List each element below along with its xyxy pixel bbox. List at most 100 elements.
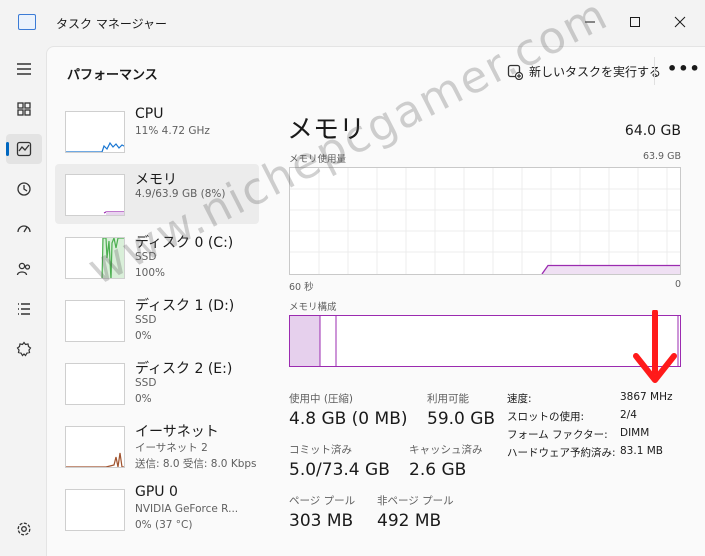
nav-users[interactable] — [6, 254, 42, 284]
disk1-thumbnail-graph — [65, 300, 125, 342]
run-task-icon — [507, 64, 523, 80]
list-item-detail: 4.9/63.9 GB (8%) — [135, 188, 226, 200]
nav-performance[interactable] — [6, 134, 42, 164]
nav-startup[interactable] — [6, 214, 42, 244]
list-item-detail: 11% 4.72 GHz — [135, 125, 210, 137]
list-item-detail: SSD — [135, 377, 157, 389]
usage-graph-max: 63.9 GB — [642, 151, 681, 162]
memory-composition-bar — [289, 315, 681, 367]
list-item-label: イーサネット — [135, 424, 219, 440]
in-use-label: 使用中 (圧縮) — [289, 393, 354, 405]
axis-left-label: 60 秒 — [289, 282, 314, 293]
window-title: タスク マネージャー — [56, 17, 167, 31]
hamburger-icon — [17, 63, 31, 75]
performance-icon — [16, 141, 32, 157]
axis-right-label: 0 — [674, 279, 681, 290]
available-label: 利用可能 — [427, 393, 469, 405]
hw-reserved-value: 83.1 MB — [620, 445, 663, 457]
list-item-label: GPU 0 — [135, 484, 178, 500]
disk2-thumbnail-graph — [65, 363, 125, 405]
title-bar: タスク マネージャー — [0, 0, 705, 46]
nav-processes[interactable] — [6, 94, 42, 124]
list-item-label: ディスク 0 (C:) — [135, 235, 234, 251]
usage-graph-label: メモリ使用量 — [289, 154, 347, 165]
users-icon — [16, 262, 31, 276]
cached-value: 2.6 GB — [409, 460, 467, 480]
memory-thumbnail-graph — [65, 174, 125, 216]
list-item-value: 0% — [135, 393, 152, 405]
speed-value: 3867 MHz — [620, 391, 673, 403]
list-item-detail: NVIDIA GeForce R... — [135, 503, 239, 515]
list-item-gpu-0[interactable]: GPU 0 NVIDIA GeForce R... 0% (37 °C) — [55, 479, 259, 539]
close-icon — [674, 16, 686, 28]
list-item-disk-1[interactable]: ディスク 1 (D:) SSD 0% — [55, 290, 259, 350]
list-item-label: CPU — [135, 106, 164, 122]
maximize-icon — [630, 17, 640, 27]
details-icon — [18, 303, 30, 315]
task-manager-icon — [18, 14, 36, 30]
list-item-value: 送信: 8.0 受信: 8.0 Kbps — [135, 458, 257, 470]
nav-services[interactable] — [6, 334, 42, 364]
list-item-value: 0% (37 °C) — [135, 519, 193, 531]
more-options-button[interactable]: ••• — [667, 59, 701, 78]
header-divider — [654, 57, 655, 85]
minimize-icon — [585, 21, 595, 23]
settings-icon — [17, 522, 31, 536]
speed-label: 速度: — [507, 393, 532, 405]
list-item-label: ディスク 1 (D:) — [135, 298, 235, 314]
page-title: パフォーマンス — [67, 68, 158, 83]
list-item-label: メモリ — [135, 172, 177, 188]
run-new-task-label: 新しいタスクを実行する — [529, 65, 662, 79]
nav-app-history[interactable] — [6, 174, 42, 204]
page-header: パフォーマンス 新しいタスクを実行する ••• — [47, 47, 705, 95]
in-use-value: 4.8 GB (0 MB) — [289, 409, 408, 429]
startup-icon — [17, 225, 31, 233]
form-factor-value: DIMM — [620, 427, 650, 439]
nonpaged-pool-value: 492 MB — [377, 511, 442, 531]
list-item-cpu[interactable]: CPU 11% 4.72 GHz — [55, 101, 259, 161]
graph-grid — [290, 168, 680, 274]
disk0-thumbnail-graph — [65, 237, 125, 279]
list-item-detail: イーサネット 2 — [135, 442, 208, 454]
composition-label: メモリ構成 — [289, 302, 337, 313]
history-icon — [17, 182, 31, 196]
memory-detail-pane: メモリ 64.0 GB メモリ使用量 63.9 GB 60 秒 0 メモリ構成 — [287, 101, 687, 541]
paged-pool-value: 303 MB — [289, 511, 354, 531]
paged-pool-label: ページ プール — [289, 495, 356, 507]
cpu-thumbnail-graph — [65, 111, 125, 153]
committed-value: 5.0/73.4 GB — [289, 460, 390, 480]
ethernet-thumbnail-graph — [65, 426, 125, 468]
close-button[interactable] — [660, 8, 700, 36]
list-item-label: ディスク 2 (E:) — [135, 361, 233, 377]
run-new-task-button[interactable]: 新しいタスクを実行する — [507, 63, 661, 80]
resource-list: CPU 11% 4.72 GHz メモリ 4.9/63.9 GB (8%) ディ… — [55, 101, 259, 556]
main-content: パフォーマンス 新しいタスクを実行する ••• CPU 11% 4.72 GHz… — [46, 46, 705, 556]
list-item-detail: SSD — [135, 251, 157, 263]
list-item-disk-2[interactable]: ディスク 2 (E:) SSD 0% — [55, 353, 259, 413]
slots-label: スロットの使用: — [507, 411, 585, 423]
nav-details[interactable] — [6, 294, 42, 324]
hw-reserved-label: ハードウェア予約済み: — [507, 447, 616, 459]
committed-label: コミット済み — [289, 444, 352, 456]
slots-value: 2/4 — [620, 409, 637, 421]
processes-icon — [17, 102, 31, 116]
nav-settings[interactable] — [6, 514, 42, 544]
list-item-value: 100% — [135, 267, 166, 279]
total-memory: 64.0 GB — [624, 123, 681, 139]
list-item-detail: SSD — [135, 314, 157, 326]
detail-title: メモリ — [287, 115, 366, 145]
annotation-arrow-icon — [633, 310, 677, 383]
gpu-thumbnail-graph — [65, 489, 125, 531]
nav-bar — [0, 46, 46, 556]
form-factor-label: フォーム ファクター: — [507, 429, 608, 441]
list-item-disk-0[interactable]: ディスク 0 (C:) SSD 100% — [55, 227, 259, 287]
list-item-memory[interactable]: メモリ 4.9/63.9 GB (8%) — [55, 164, 259, 224]
memory-usage-area — [542, 265, 680, 274]
list-item-ethernet[interactable]: イーサネット イーサネット 2 送信: 8.0 受信: 8.0 Kbps — [55, 416, 259, 476]
nonpaged-pool-label: 非ページ プール — [377, 495, 454, 507]
hamburger-menu-button[interactable] — [6, 54, 42, 84]
minimize-button[interactable] — [570, 8, 610, 36]
memory-usage-graph — [289, 167, 681, 275]
maximize-button[interactable] — [615, 8, 655, 36]
list-item-value: 0% — [135, 330, 152, 342]
